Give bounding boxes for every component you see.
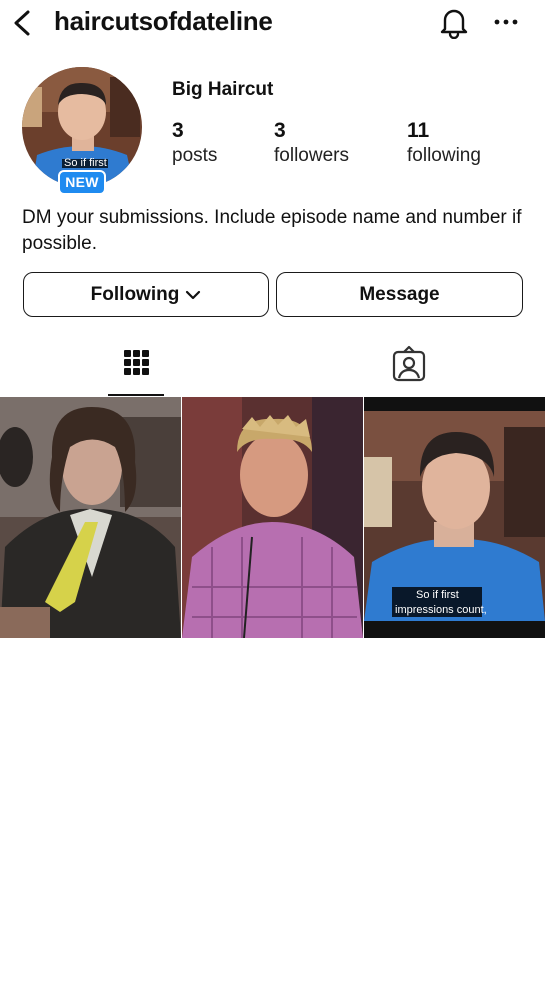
message-button-label: Message	[359, 283, 440, 305]
more-icon[interactable]	[492, 10, 520, 34]
following-button[interactable]: Following	[23, 272, 269, 317]
following-button-label: Following	[90, 283, 180, 305]
post-thumbnail-3[interactable]: So if first impressions count,	[364, 397, 545, 638]
following-stat[interactable]: 11 following	[407, 118, 481, 168]
grid-icon	[124, 350, 149, 375]
following-label: following	[407, 145, 481, 166]
posts-stat[interactable]: 3 posts	[172, 118, 217, 168]
followers-count: 3	[274, 119, 286, 142]
new-badge: NEW	[58, 170, 106, 195]
back-arrow-icon[interactable]	[10, 8, 36, 38]
bell-icon[interactable]	[438, 5, 470, 39]
posts-count: 3	[172, 119, 184, 142]
tagged-person-icon	[392, 345, 426, 382]
photo-man-blue-polo: So if first impressions count,	[364, 397, 545, 638]
posts-label: posts	[172, 145, 218, 166]
followers-stat[interactable]: 3 followers	[274, 118, 349, 168]
following-count: 11	[407, 119, 430, 142]
post-subtitle-line1: So if first	[416, 589, 459, 601]
photo-man-suit-yellow-tie	[0, 397, 181, 638]
post-thumbnail-1[interactable]	[0, 397, 181, 638]
followers-label: followers	[274, 145, 349, 166]
post-subtitle-line2: impressions count,	[395, 604, 487, 616]
post-thumbnail-2[interactable]	[182, 397, 363, 638]
photo-man-spiky-hair	[182, 397, 363, 638]
posts-grid: So if first impressions count,	[0, 397, 545, 638]
profile-bio: DM your submissions. Include episode nam…	[22, 207, 522, 254]
tab-grid[interactable]	[108, 340, 164, 396]
top-bar: haircutsofdateline	[0, 0, 545, 48]
tab-tagged[interactable]	[381, 340, 437, 396]
display-name: Big Haircut	[172, 79, 274, 100]
profile-username: haircutsofdateline	[54, 6, 273, 36]
chevron-down-icon	[186, 290, 201, 299]
avatar-caption: So if first	[64, 157, 107, 169]
message-button[interactable]: Message	[276, 272, 523, 317]
